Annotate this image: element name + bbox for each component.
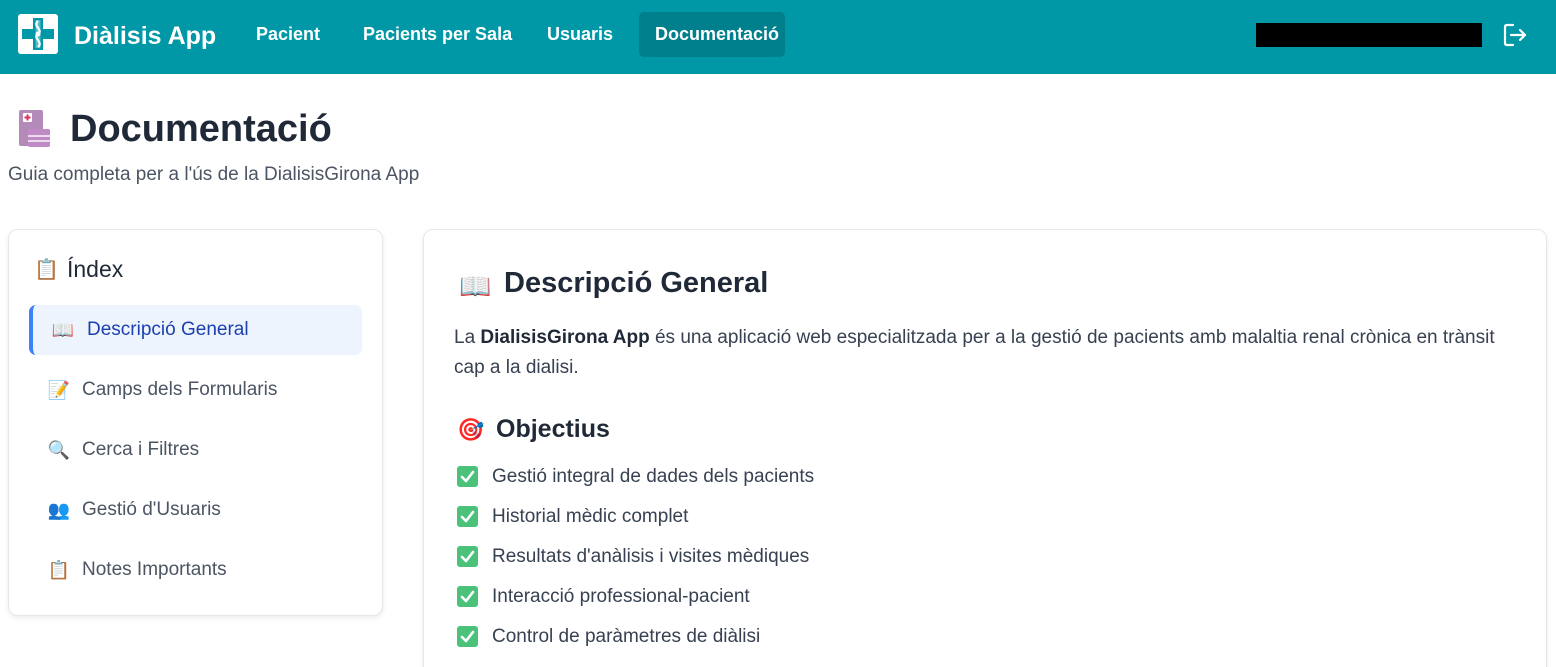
index-title: Índex <box>67 256 124 282</box>
index-item-label: Camps dels Formularis <box>82 379 278 400</box>
objective-label: Gestió integral de dades dels pacients <box>492 466 815 487</box>
page-subtitle: Guia completa per a l'ús de la DialisisG… <box>8 164 420 185</box>
description-prefix: La <box>454 327 481 348</box>
index-item-label: Descripció General <box>87 319 249 340</box>
index-item-label: Cerca i Filtres <box>82 439 200 460</box>
open-book-icon: 📖 <box>51 320 75 340</box>
objective-label: Control de paràmetres de diàlisi <box>492 626 761 647</box>
open-book-icon: 📖 <box>459 271 492 301</box>
objective-label: Resultats d'anàlisis i visites mèdiques <box>492 546 810 567</box>
check-icon <box>457 586 478 607</box>
logout-icon[interactable] <box>1500 20 1530 50</box>
objectives-title: Objectius <box>496 415 610 443</box>
section-title: Descripció General <box>504 267 769 299</box>
page-title: Documentació <box>70 108 332 150</box>
content-card: 📖 Descripció General La DialisisGirona A… <box>423 229 1547 667</box>
check-icon <box>457 506 478 527</box>
check-icon <box>457 466 478 487</box>
nav-item-pacient[interactable]: Pacient <box>240 12 336 57</box>
clipboard-icon: 📋 <box>34 259 59 281</box>
hospital-book-icon <box>16 109 52 149</box>
top-navbar: Diàlisis App Pacient Pacients per Sala U… <box>0 0 1556 74</box>
check-icon <box>457 546 478 567</box>
index-item-cerca-i-filtres[interactable]: 🔍 Cerca i Filtres <box>29 425 362 475</box>
index-item-gestio-usuaris[interactable]: 👥 Gestió d'Usuaris <box>29 485 362 535</box>
index-item-camps-dels-formularis[interactable]: 📝 Camps dels Formularis <box>29 365 362 415</box>
index-item-notes-importants[interactable]: 📋 Notes Importants <box>29 545 362 595</box>
user-name-redacted <box>1256 23 1482 47</box>
memo-icon: 📝 <box>47 380 71 400</box>
magnifier-icon: 🔍 <box>47 440 71 460</box>
target-icon: 🎯 <box>457 417 485 442</box>
check-icon <box>457 626 478 647</box>
objective-label: Interacció professional-pacient <box>492 586 750 607</box>
users-icon: 👥 <box>47 500 71 520</box>
index-item-label: Notes Importants <box>82 559 227 580</box>
app-name[interactable]: Diàlisis App <box>74 20 216 52</box>
index-item-descripcio-general[interactable]: 📖 Descripció General <box>29 305 362 355</box>
nav-item-documentacio[interactable]: Documentació <box>639 12 785 57</box>
nav-item-pacients-per-sala[interactable]: Pacients per Sala <box>347 12 528 57</box>
description-app-name: DialisisGirona App <box>480 327 650 348</box>
objective-label: Historial mèdic complet <box>492 506 689 527</box>
index-item-label: Gestió d'Usuaris <box>82 499 221 520</box>
description-paragraph: La DialisisGirona App és una aplicació w… <box>454 323 1504 383</box>
clipboard-icon: 📋 <box>47 560 71 580</box>
nav-item-usuaris[interactable]: Usuaris <box>531 12 629 57</box>
app-logo-icon[interactable] <box>18 14 58 54</box>
index-card: 📋 Índex 📖 Descripció General 📝 Camps del… <box>8 229 383 616</box>
